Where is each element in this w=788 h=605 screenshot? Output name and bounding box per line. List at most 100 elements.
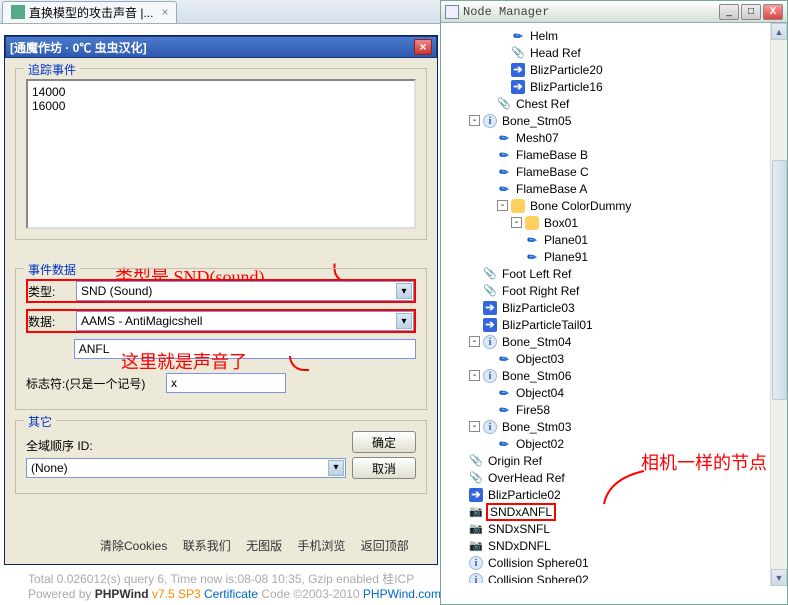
vertical-scrollbar[interactable]: ▲ ▼	[770, 23, 787, 586]
type-value: SND (Sound)	[81, 284, 152, 298]
event-dialog: [通魔作坊 · 0℃ 虫虫汉化] × 追踪事件 14000 16000 类型是 …	[4, 35, 438, 565]
cancel-button[interactable]: 取消	[352, 457, 416, 479]
tree-node[interactable]: ✎FlameBase A	[441, 180, 787, 197]
node-label: Object03	[514, 352, 566, 366]
tree-node[interactable]: -Bone ColorDummy	[441, 197, 787, 214]
data-row: 数据: AAMS - AntiMagicshell ▾	[26, 309, 416, 333]
tree-node[interactable]: 📎Chest Ref	[441, 95, 787, 112]
node-label: FlameBase A	[514, 182, 589, 196]
dropdown-arrow-icon[interactable]: ▾	[396, 283, 412, 299]
scroll-up-button[interactable]: ▲	[771, 23, 787, 40]
footer-line1: Total 0.026012(s) query 6, Time now is:0…	[28, 570, 441, 587]
node-label: SNDxSNFL	[486, 522, 552, 536]
globseq-combo[interactable]: (None) ▾	[26, 458, 346, 478]
tree-node[interactable]: 📎Foot Left Ref	[441, 265, 787, 282]
tree-node[interactable]: 📎Head Ref	[441, 44, 787, 61]
tree-node[interactable]: ✎FlameBase C	[441, 163, 787, 180]
arrow-icon: ➔	[511, 63, 525, 77]
tree-node[interactable]: 📷SNDxSNFL	[441, 520, 787, 537]
tree-node[interactable]: ✎Object03	[441, 350, 787, 367]
tree-node[interactable]: -iBone_Stm04	[441, 333, 787, 350]
browser-tab[interactable]: 直换模型的攻击声音 |... ×	[2, 1, 177, 23]
events-listbox[interactable]: 14000 16000	[26, 79, 416, 229]
expand-toggle[interactable]: -	[469, 421, 480, 432]
bone-icon	[525, 216, 539, 230]
node-label: FlameBase B	[514, 148, 590, 162]
anfl-row	[26, 339, 416, 359]
expand-toggle[interactable]: -	[511, 217, 522, 228]
dropdown-arrow-icon[interactable]: ▾	[328, 460, 344, 476]
mesh-icon: ✎	[494, 179, 514, 199]
clip-icon: 📎	[469, 454, 483, 468]
node-label: Bone_Stm06	[500, 369, 573, 383]
tree-node[interactable]: ➔BlizParticle20	[441, 61, 787, 78]
tree-node[interactable]: -iBone_Stm03	[441, 418, 787, 435]
tree-node[interactable]: ✎Helm	[441, 27, 787, 44]
cam-icon: 📷	[469, 505, 483, 519]
tree-node[interactable]: iCollision Sphere02	[441, 571, 787, 583]
tree-node[interactable]: ✎Plane01	[441, 231, 787, 248]
tree-node[interactable]: ✎Mesh07	[441, 129, 787, 146]
tree-node[interactable]: ➔BlizParticleTail01	[441, 316, 787, 333]
maximize-button[interactable]: □	[741, 4, 761, 20]
tree-node[interactable]: ➔BlizParticle16	[441, 78, 787, 95]
node-label: Bone_Stm04	[500, 335, 573, 349]
footer-link[interactable]: 手机浏览	[297, 539, 345, 553]
expand-toggle[interactable]: -	[497, 200, 508, 211]
footer-link[interactable]: 返回顶部	[361, 539, 409, 553]
close-button[interactable]: ×	[414, 39, 432, 55]
node-label: Fire58	[514, 403, 552, 417]
node-label: Collision Sphere02	[486, 573, 591, 584]
ok-button[interactable]: 确定	[352, 431, 416, 453]
node-label: BlizParticle20	[528, 63, 605, 77]
footer-link[interactable]: 联系我们	[183, 539, 231, 553]
node-label: Chest Ref	[514, 97, 571, 111]
tree-node[interactable]: -iBone_Stm05	[441, 112, 787, 129]
info-icon: i	[483, 114, 497, 128]
dropdown-arrow-icon[interactable]: ▾	[396, 313, 412, 329]
event-data-group: 事件数据 类型: SND (Sound) ▾ 数据: AAMS - AntiMa…	[15, 268, 427, 410]
flag-input[interactable]	[166, 373, 286, 393]
footer-links: 清除Cookies 联系我们 无图版 手机浏览 返回顶部	[100, 537, 421, 554]
mesh-icon: ✎	[494, 349, 514, 369]
tree-node[interactable]: -Box01	[441, 214, 787, 231]
event-item[interactable]: 16000	[32, 99, 410, 113]
track-events-group: 追踪事件 14000 16000	[15, 68, 427, 240]
tree-node[interactable]: ✎FlameBase B	[441, 146, 787, 163]
tree-node[interactable]: 📷SNDxDNFL	[441, 537, 787, 554]
browser-tab-bar: 直换模型的攻击声音 |... ×	[0, 0, 440, 24]
expand-toggle[interactable]: -	[469, 370, 480, 381]
mesh-icon: ✎	[522, 247, 542, 267]
tree-node[interactable]: -iBone_Stm06	[441, 367, 787, 384]
track-events-label: 追踪事件	[24, 61, 80, 78]
arrow-icon: ➔	[511, 80, 525, 94]
footer-link[interactable]: 清除Cookies	[100, 539, 167, 553]
tree-node[interactable]: ✎Object04	[441, 384, 787, 401]
node-manager-title: Node Manager	[463, 5, 717, 19]
node-label: OverHead Ref	[486, 471, 567, 485]
tree-node[interactable]: ➔BlizParticle03	[441, 299, 787, 316]
tree-node[interactable]: ✎Plane91	[441, 248, 787, 265]
scroll-down-button[interactable]: ▼	[771, 569, 787, 586]
scroll-thumb[interactable]	[772, 160, 787, 400]
node-label: Origin Ref	[486, 454, 544, 468]
info-icon: i	[469, 573, 483, 584]
tree-node[interactable]: 📎Foot Right Ref	[441, 282, 787, 299]
expand-toggle[interactable]: -	[469, 115, 480, 126]
anfl-input[interactable]	[74, 339, 416, 359]
window-close-button[interactable]: X	[763, 4, 783, 20]
expand-toggle[interactable]: -	[469, 336, 480, 347]
minimize-button[interactable]: _	[719, 4, 739, 20]
cam-icon: 📷	[469, 539, 483, 553]
footer-link[interactable]: 无图版	[246, 539, 282, 553]
footer-line2: Powered by PHPWind v7.5 SP3 Certificate …	[28, 587, 441, 601]
node-label: Plane01	[542, 233, 590, 247]
event-item[interactable]: 14000	[32, 85, 410, 99]
data-combo[interactable]: AAMS - AntiMagicshell ▾	[76, 311, 414, 331]
tab-close-icon[interactable]: ×	[161, 5, 168, 19]
tree-node[interactable]: iCollision Sphere01	[441, 554, 787, 571]
type-combo[interactable]: SND (Sound) ▾	[76, 281, 414, 301]
annotation-camera: 相机一样的节点	[641, 449, 767, 475]
tree-node[interactable]: ✎Fire58	[441, 401, 787, 418]
data-value: AAMS - AntiMagicshell	[81, 314, 202, 328]
